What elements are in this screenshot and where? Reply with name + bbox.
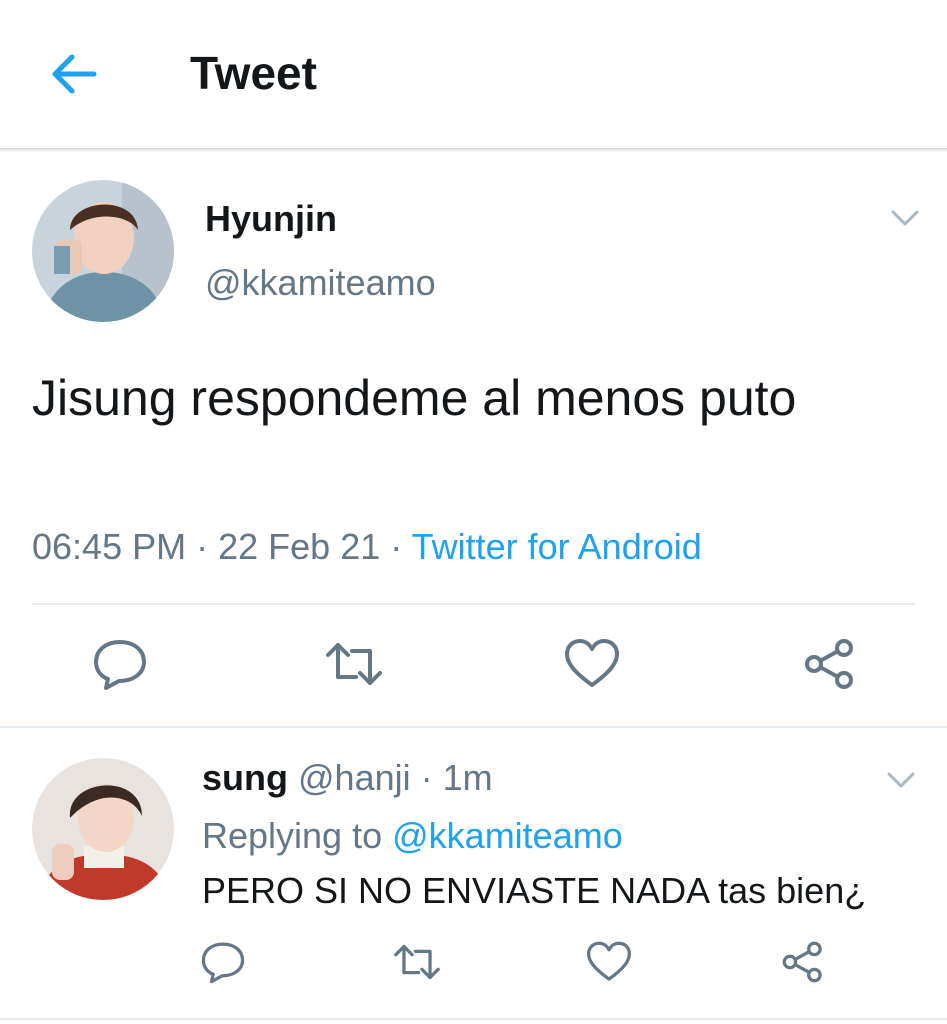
replying-to: Replying to @kkamiteamo [202, 815, 623, 857]
avatar[interactable] [32, 180, 174, 322]
chevron-down-icon [891, 210, 919, 226]
avatar[interactable] [32, 758, 174, 900]
meta-separator: · [420, 757, 433, 798]
arrow-left-icon [52, 54, 97, 94]
page-title: Tweet [190, 47, 317, 99]
tweet-menu-button[interactable] [890, 208, 920, 228]
share-icon [782, 941, 822, 983]
reply-author-handle[interactable]: @hanji [298, 757, 411, 798]
reply-button[interactable] [92, 637, 148, 691]
profile-photo [32, 180, 174, 322]
replying-to-mention[interactable]: @kkamiteamo [392, 815, 623, 856]
like-button[interactable] [564, 637, 620, 691]
reply-text: PERO SI NO ENVIASTE NADA tas bien¿ [202, 870, 867, 911]
header-shadow [0, 148, 947, 152]
author-handle[interactable]: @kkamiteamo [205, 262, 436, 304]
tweet-text: Jisung respondeme al menos puto [32, 370, 797, 426]
retweet-button[interactable] [326, 637, 382, 691]
like-icon [587, 941, 632, 981]
divider [32, 603, 915, 605]
profile-photo [32, 758, 174, 900]
share-button[interactable] [802, 637, 858, 691]
like-button[interactable] [586, 940, 632, 984]
replying-prefix: Replying to [202, 815, 383, 856]
tweet-meta: 06:45 PM · 22 Feb 21 · Twitter for Andro… [32, 526, 702, 568]
divider [0, 1018, 947, 1020]
back-button[interactable] [48, 50, 100, 98]
reply-icon [94, 640, 146, 690]
reply-author-name[interactable]: sung [202, 757, 288, 798]
meta-separator: · [196, 526, 209, 567]
share-icon [805, 639, 853, 689]
retweet-icon [394, 944, 440, 980]
divider [0, 726, 947, 728]
tweet-date: 22 Feb 21 [218, 526, 381, 567]
retweet-button[interactable] [394, 940, 440, 984]
reply-age: 1m [442, 757, 493, 798]
retweet-icon [326, 643, 382, 685]
tweet-time: 06:45 PM [32, 526, 187, 567]
reply-header: sung @hanji · 1m [202, 757, 493, 799]
reply-menu-button[interactable] [886, 770, 916, 790]
reply-button[interactable] [200, 940, 246, 984]
like-icon [565, 639, 619, 687]
share-button[interactable] [780, 940, 826, 984]
meta-separator: · [390, 526, 403, 567]
top-app-bar: Tweet [0, 0, 947, 148]
tweet-source-link[interactable]: Twitter for Android [412, 526, 702, 567]
reply-icon [201, 942, 245, 984]
author-name[interactable]: Hyunjin [205, 198, 337, 240]
chevron-down-icon [887, 772, 915, 788]
